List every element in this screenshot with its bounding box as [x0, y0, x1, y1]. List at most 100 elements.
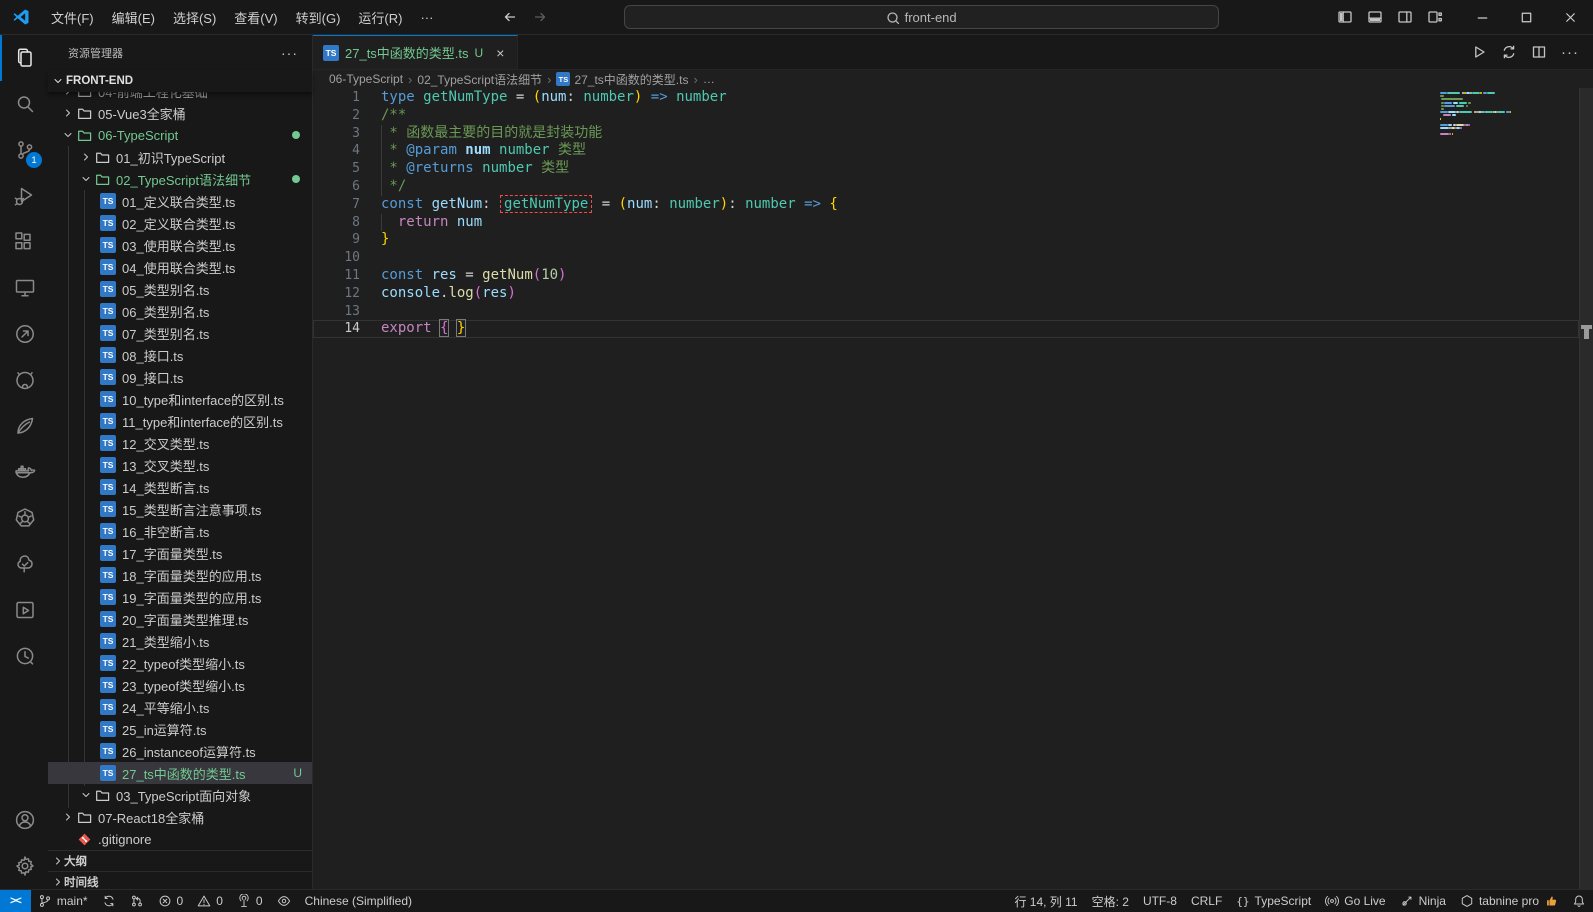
errors[interactable]: 0 — [151, 890, 191, 912]
minimize-button[interactable] — [1461, 0, 1505, 34]
tree-item[interactable]: TS 05_类型别名.ts — [48, 278, 312, 300]
workspace-section-header[interactable]: FRONT-END — [48, 70, 312, 92]
github-icon[interactable] — [0, 357, 48, 403]
todo-tree-icon[interactable] — [0, 541, 48, 587]
menu-item[interactable]: 选择(S) — [164, 4, 225, 31]
tree-item[interactable]: TS 12_交叉类型.ts — [48, 432, 312, 454]
tree-item[interactable]: 01_初识TypeScript — [48, 146, 312, 168]
tab-close-icon[interactable]: × — [493, 44, 507, 62]
breadcrumb-item[interactable]: … — [703, 72, 715, 86]
tree-item[interactable]: TS 17_字面量类型.ts — [48, 542, 312, 564]
sidebar-more-actions[interactable]: ··· — [275, 45, 304, 61]
forward-arrow-icon[interactable] — [532, 9, 548, 25]
git-branch[interactable]: main* — [31, 890, 95, 912]
breadcrumb-item[interactable]: 06-TypeScript — [329, 72, 403, 86]
tree-item[interactable]: TS 19_字面量类型的应用.ts — [48, 586, 312, 608]
tree-item[interactable]: TS 24_平等缩小.ts — [48, 696, 312, 718]
layout-panel-icon[interactable] — [1363, 5, 1387, 29]
tree-item[interactable]: TS 09_接口.ts — [48, 366, 312, 388]
tree-item[interactable]: TS 02_定义联合类型.ts — [48, 212, 312, 234]
tree-item[interactable]: TS 13_交叉类型.ts — [48, 454, 312, 476]
tree-item[interactable]: TS 01_定义联合类型.ts — [48, 190, 312, 212]
tree-item[interactable]: TS 22_typeof类型缩小.ts — [48, 652, 312, 674]
tree-item[interactable]: TS 10_type和interface的区别.ts — [48, 388, 312, 410]
tree-item[interactable]: TS 08_接口.ts — [48, 344, 312, 366]
tree-item[interactable]: 05-Vue3全家桶 — [48, 102, 312, 124]
run-debug-icon[interactable] — [0, 173, 48, 219]
warnings[interactable]: 0 — [190, 890, 230, 912]
eol[interactable]: CRLF — [1184, 890, 1229, 912]
encoding[interactable]: UTF-8 — [1136, 890, 1184, 912]
language-mode[interactable]: {} TypeScript — [1229, 890, 1318, 912]
tree-item[interactable]: TS 27_ts中函数的类型.ts U — [48, 762, 312, 784]
code-line[interactable]: 6 */ — [313, 177, 1579, 196]
more-icon[interactable]: ··· — [1561, 44, 1579, 61]
tree-item[interactable]: TS 14_类型断言.ts — [48, 476, 312, 498]
tree-item[interactable]: 07-React18全家桶 — [48, 806, 312, 828]
tree-item[interactable]: TS 25_in运算符.ts — [48, 718, 312, 740]
tree-item[interactable]: TS 06_类型别名.ts — [48, 300, 312, 322]
tree-item[interactable]: TS 16_非空断言.ts — [48, 520, 312, 542]
code-line[interactable]: 7 const getNum: getNumType = (num: number… — [313, 194, 1579, 214]
layout-customize-icon[interactable] — [1423, 5, 1447, 29]
menu-item[interactable]: 文件(F) — [42, 4, 103, 31]
remote-explorer-icon[interactable] — [0, 265, 48, 311]
notifications-bell[interactable] — [1565, 890, 1593, 912]
tree-item[interactable]: TS 26_instanceof运算符.ts — [48, 740, 312, 762]
ports[interactable]: 0 — [230, 890, 270, 912]
explorer-icon[interactable] — [0, 35, 48, 81]
search-icon[interactable] — [0, 81, 48, 127]
code-line[interactable]: 14 export { } — [313, 319, 1579, 339]
code-area[interactable]: 1 type getNumType = (num: number) => numb… — [313, 88, 1593, 889]
maximize-button[interactable] — [1505, 0, 1549, 34]
vertical-scrollbar[interactable] — [1579, 88, 1593, 889]
menu-item[interactable]: 转到(G) — [287, 4, 350, 31]
live-preview-icon[interactable] — [0, 587, 48, 633]
code-line[interactable]: 8 return num — [313, 213, 1579, 232]
code-line[interactable]: 13 — [313, 303, 1579, 321]
keyboard-layout[interactable]: Chinese (Simplified) — [298, 890, 419, 912]
breadcrumb-item[interactable]: TS 27_ts中函数的类型.ts — [556, 71, 688, 88]
minimap[interactable] — [1440, 92, 1572, 137]
menu-item[interactable]: 运行(R) — [349, 4, 411, 31]
circle-arrow-icon[interactable] — [0, 311, 48, 357]
tree-item[interactable]: TS 07_类型别名.ts — [48, 322, 312, 344]
git-sync[interactable] — [95, 890, 123, 912]
code-line[interactable]: 1 type getNumType = (num: number) => numb… — [313, 89, 1579, 107]
code-line[interactable]: 5 * @returns number 类型 — [313, 160, 1579, 178]
tree-item[interactable]: 06-TypeScript — [48, 124, 312, 146]
code-line[interactable]: 4 * @param num number 类型 — [313, 142, 1579, 161]
tree-item[interactable]: TS 20_字面量类型推理.ts — [48, 608, 312, 630]
tree-item[interactable]: 02_TypeScript语法细节 — [48, 168, 312, 190]
tree-item[interactable]: TS 18_字面量类型的应用.ts — [48, 564, 312, 586]
go-live[interactable]: Go Live — [1318, 890, 1392, 912]
menu-item[interactable]: 编辑(E) — [103, 4, 164, 31]
code-line[interactable]: 11 const res = getNum(10) — [313, 267, 1579, 285]
tree-item[interactable]: TS 15_类型断言注意事项.ts — [48, 498, 312, 520]
menu-item[interactable]: 查看(V) — [225, 4, 286, 31]
tree-item[interactable]: TS 23_typeof类型缩小.ts — [48, 674, 312, 696]
breadcrumb-item[interactable]: 02_TypeScript语法细节 — [417, 71, 542, 88]
extensions-icon[interactable] — [0, 219, 48, 265]
tree-item[interactable]: TS 21_类型缩小.ts — [48, 630, 312, 652]
tree-item[interactable]: 03_TypeScript面向对象 — [48, 784, 312, 806]
screencast[interactable] — [270, 890, 298, 912]
command-center-search[interactable]: front-end — [623, 5, 1219, 29]
tab-active[interactable]: TS 27_ts中函数的类型.ts U × — [313, 35, 519, 69]
pull-request[interactable] — [123, 890, 151, 912]
back-arrow-icon[interactable] — [502, 9, 518, 25]
remote-indicator[interactable]: >< — [0, 890, 31, 912]
panel-大纲[interactable]: 大纲 — [48, 850, 312, 871]
tree-item[interactable]: TS 03_使用联合类型.ts — [48, 234, 312, 256]
tree-item[interactable]: TS 04_使用联合类型.ts — [48, 256, 312, 278]
account-icon[interactable] — [0, 797, 48, 843]
code-line[interactable]: 10 — [313, 249, 1579, 267]
kubernetes-icon[interactable] — [0, 495, 48, 541]
menu-item[interactable]: ··· — [411, 6, 442, 29]
tree-item[interactable]: 04-前端工程化基础 — [48, 92, 312, 102]
split-editor-icon[interactable] — [1531, 44, 1547, 60]
code-line[interactable]: 2/** — [313, 107, 1579, 125]
docker-icon[interactable] — [0, 449, 48, 495]
code-line[interactable]: 9} — [313, 231, 1579, 249]
close-button[interactable] — [1549, 0, 1593, 34]
